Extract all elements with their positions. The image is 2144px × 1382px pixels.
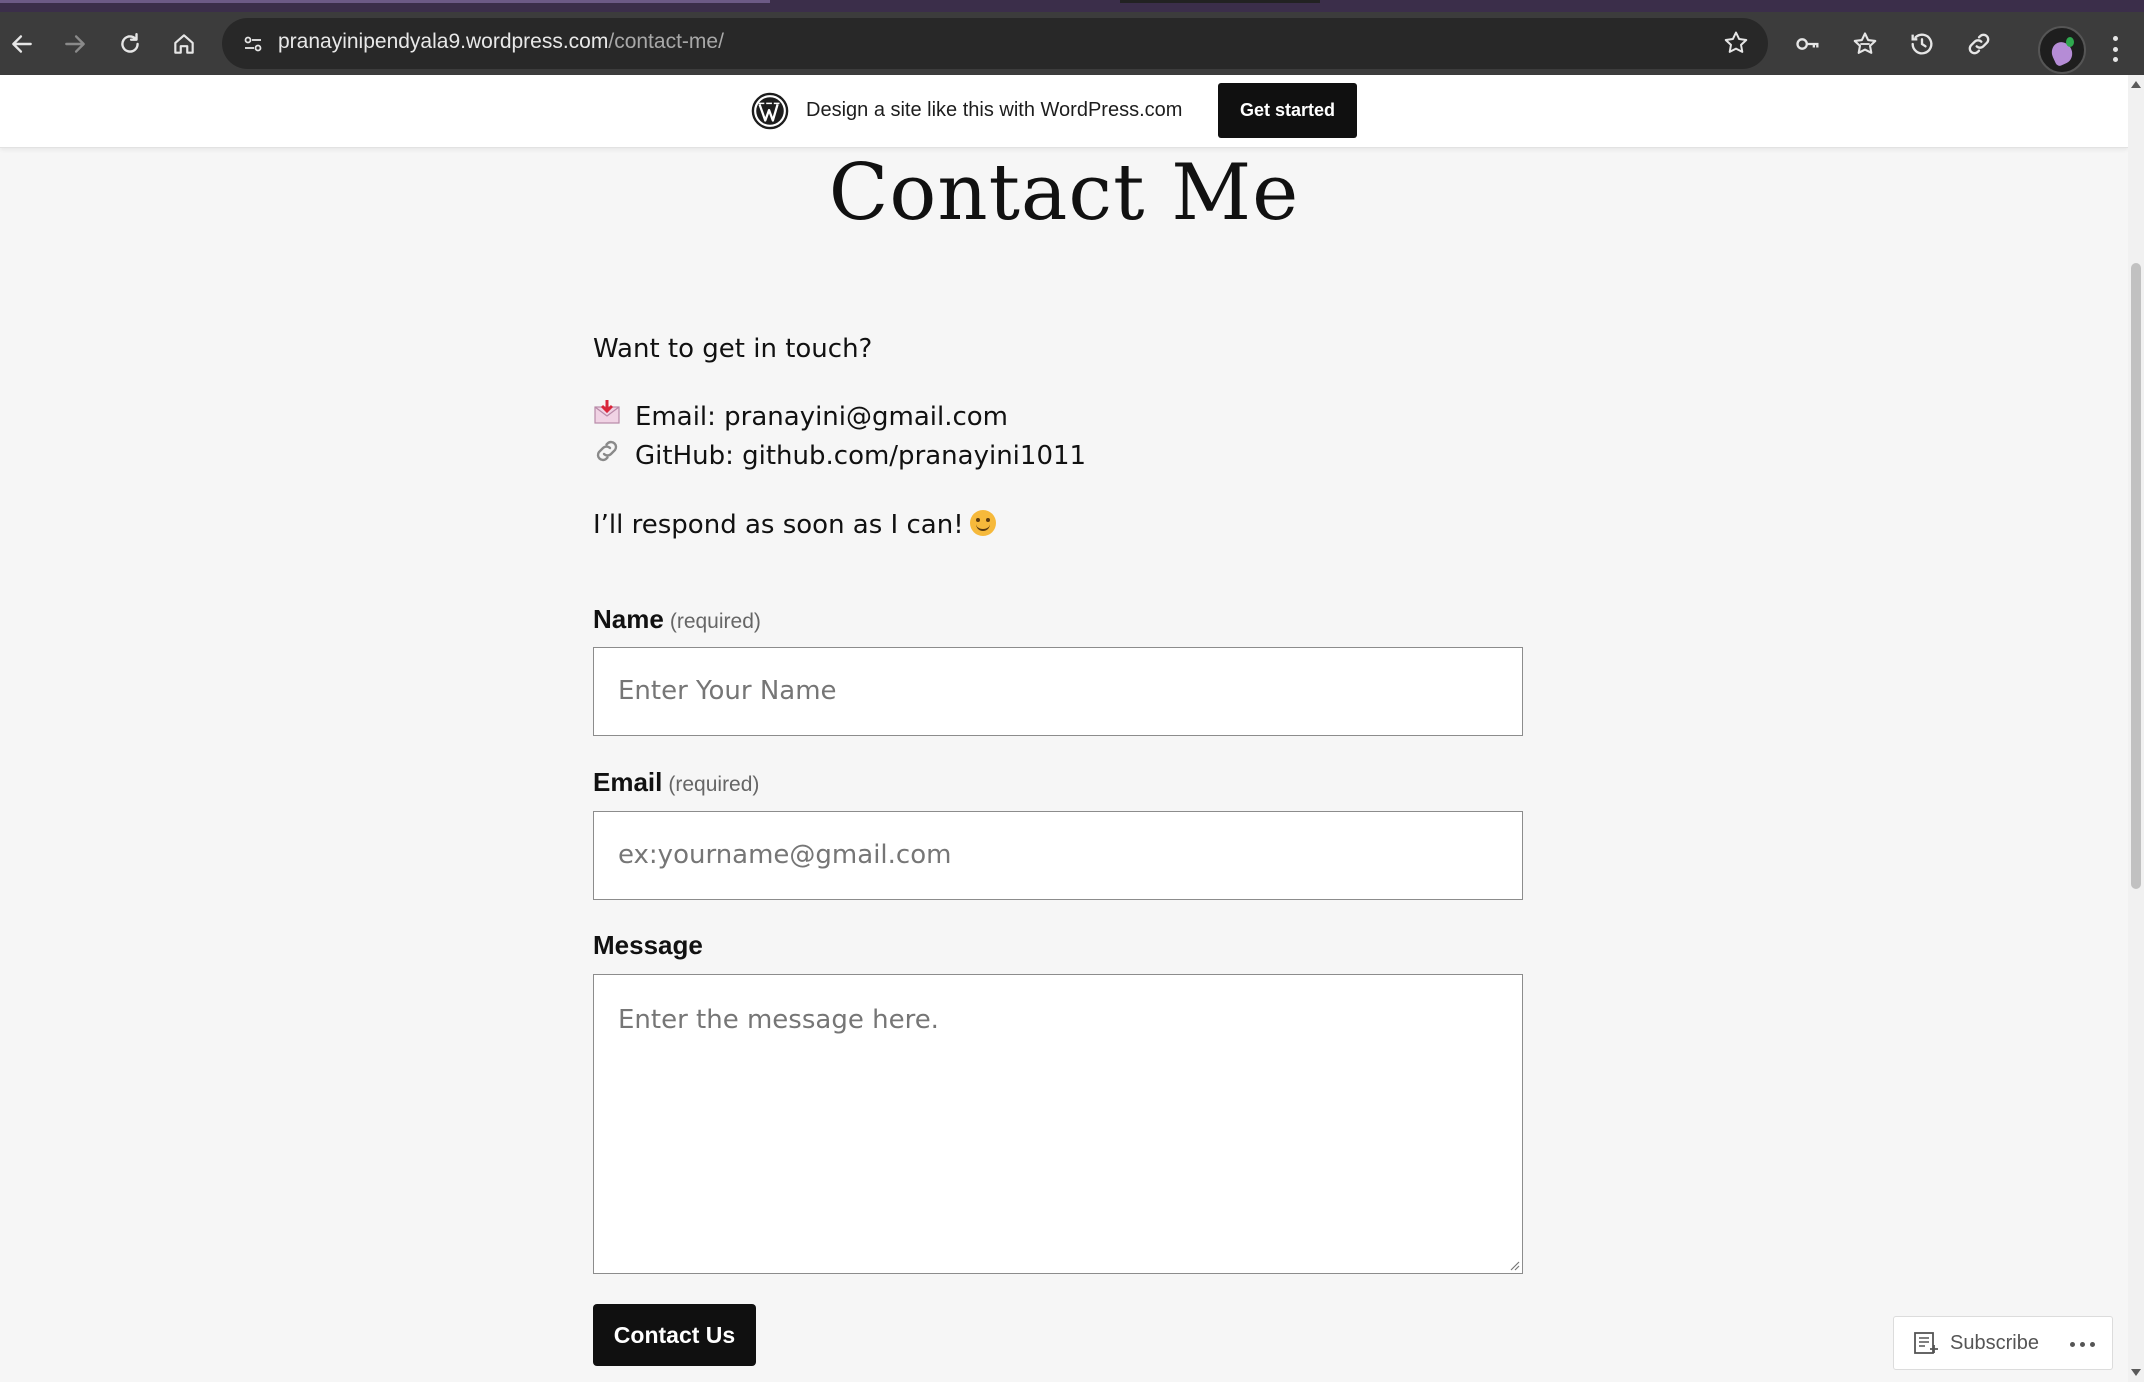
home-icon	[174, 34, 194, 54]
subscribe-button[interactable]: Subscribe	[1950, 1332, 2039, 1355]
bookmark-star-icon	[1724, 31, 1748, 53]
email-line: Email: pranayini@gmail.com	[593, 398, 1008, 437]
github-text: GitHub: github.com/pranayini1011	[635, 441, 1087, 471]
more-options-icon[interactable]	[2070, 1342, 2095, 1347]
respond-text: I’ll respond as soon as I can!	[593, 510, 964, 540]
message-label-text: Message	[593, 930, 703, 960]
password-manager-button[interactable]	[1788, 24, 1828, 64]
page-scrollbar[interactable]	[2128, 75, 2144, 1382]
intro-text: Want to get in touch?	[593, 334, 873, 364]
subscribe-widget: Subscribe	[1893, 1316, 2113, 1370]
email-placeholder: ex:yourname@gmail.com	[618, 840, 952, 870]
tab-background	[0, 0, 770, 3]
reload-button[interactable]	[108, 22, 152, 66]
name-label-text: Name	[593, 604, 664, 634]
message-textarea[interactable]: Enter the message here.	[593, 974, 1523, 1274]
reader-subscribe-icon[interactable]	[1912, 1329, 1940, 1357]
url-path: /contact-me/	[608, 30, 724, 53]
scroll-thumb[interactable]	[2131, 263, 2141, 889]
home-button[interactable]	[162, 22, 206, 66]
name-required: (required)	[669, 610, 761, 633]
back-icon	[12, 35, 32, 53]
profile-avatar[interactable]	[2038, 26, 2086, 74]
tab-active-edge	[1120, 0, 1320, 3]
name-input[interactable]: Enter Your Name	[593, 647, 1523, 736]
get-started-button[interactable]: Get started	[1218, 83, 1357, 138]
menu-icon[interactable]	[2100, 34, 2130, 64]
email-input[interactable]: ex:yourname@gmail.com	[593, 811, 1523, 900]
url-host: pranayinipendyala9.wordpress.com	[278, 30, 609, 53]
message-placeholder: Enter the message here.	[618, 1005, 939, 1035]
forward-icon	[65, 35, 85, 53]
browser-toolbar: pranayinipendyala9.wordpress.com/contact…	[0, 12, 2144, 75]
site-info-button[interactable]	[236, 27, 270, 61]
reload-icon	[121, 33, 139, 53]
respond-line: I’ll respond as soon as I can!	[593, 506, 996, 545]
github-line: GitHub: github.com/pranayini1011	[593, 437, 1086, 476]
email-required: (required)	[668, 773, 760, 796]
favorites-icon	[1853, 32, 1877, 54]
tab-strip	[0, 0, 2144, 12]
message-label: Message	[593, 926, 703, 965]
link-chain-icon	[593, 437, 621, 476]
name-label: Name (required)	[593, 600, 761, 641]
banner-text: Design a site like this with WordPress.c…	[806, 99, 1183, 121]
password-key-icon	[1796, 38, 1819, 50]
site-info-icon	[244, 36, 262, 52]
avatar-leaf	[2066, 37, 2074, 47]
history-button[interactable]	[1902, 24, 1942, 64]
wordpress-banner: Design a site like this with WordPress.c…	[0, 75, 2128, 148]
url-text[interactable]: pranayinipendyala9.wordpress.com/contact…	[278, 30, 724, 54]
wordpress-logo-icon[interactable]	[751, 92, 789, 130]
resize-handle-icon[interactable]	[1508, 1259, 1520, 1271]
bookmark-button[interactable]	[1722, 29, 1750, 61]
email-label: Email (required)	[593, 763, 759, 804]
favorites-button[interactable]	[1845, 24, 1885, 64]
share-link-button[interactable]	[1959, 24, 1999, 64]
email-text: Email: pranayini@gmail.com	[635, 402, 1009, 432]
forward-button[interactable]	[53, 22, 97, 66]
back-button[interactable]	[0, 22, 44, 66]
smiling-face-icon	[969, 510, 996, 536]
page-title: Contact Me	[828, 148, 1300, 238]
contact-us-button[interactable]: Contact Us	[593, 1304, 756, 1366]
link-icon	[1968, 33, 1990, 55]
inbox-tray-icon	[593, 398, 621, 437]
email-label-text: Email	[593, 767, 663, 797]
scroll-up-arrow-icon[interactable]	[2131, 81, 2141, 88]
scroll-down-arrow-icon[interactable]	[2131, 1369, 2141, 1376]
address-bar[interactable]: pranayinipendyala9.wordpress.com/contact…	[222, 18, 1768, 69]
name-placeholder: Enter Your Name	[618, 676, 837, 706]
history-icon	[1911, 33, 1933, 55]
